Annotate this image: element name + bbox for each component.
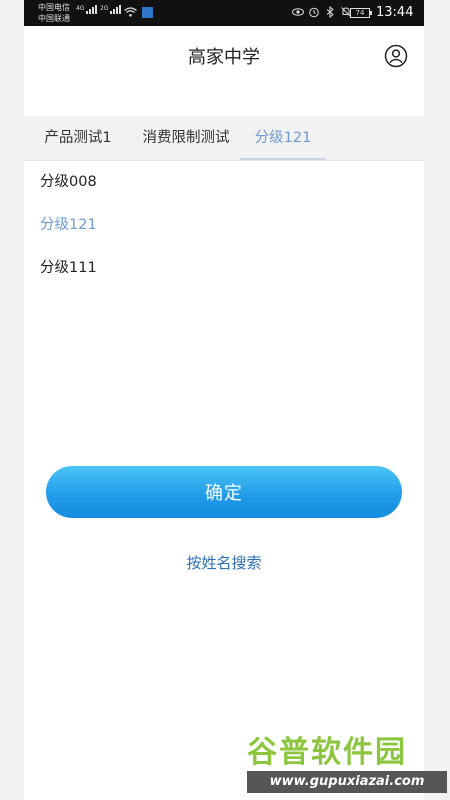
network-type-2: 2G (100, 5, 109, 12)
signal-4g-icon: 4G (76, 5, 98, 14)
list-item-level-008[interactable]: 分级008 (24, 161, 424, 204)
level-list: 分级008 分级121 分级111 (24, 161, 424, 290)
search-by-name-link[interactable]: 按姓名搜索 (24, 552, 424, 573)
watermark-title: 谷普软件园 (247, 735, 407, 770)
status-bar: 中国电信 中国联通 4G 2G 74 13:44 (24, 0, 424, 26)
confirm-button[interactable]: 确定 (46, 466, 402, 518)
carrier-labels: 中国电信 中国联通 (38, 2, 70, 24)
system-icons (292, 6, 352, 18)
user-circle-icon[interactable] (384, 44, 408, 68)
network-type-1: 4G (76, 5, 85, 12)
tab-product-test[interactable]: 产品测试1 (24, 116, 132, 160)
carrier-2: 中国联通 (38, 14, 70, 23)
notification-app-icon (142, 7, 153, 18)
bluetooth-icon (326, 6, 334, 18)
list-item-level-121[interactable]: 分级121 (24, 204, 424, 247)
wifi-icon (124, 7, 137, 17)
carrier-1: 中国电信 (38, 3, 70, 12)
watermark-url: www.gupuxiazai.com (247, 771, 447, 793)
eye-icon (292, 8, 304, 16)
status-time: 13:44 (376, 5, 414, 20)
signal-2g-icon: 2G (100, 5, 122, 14)
battery-level: 74 (355, 9, 365, 17)
alarm-icon (309, 7, 319, 18)
watermark-logo: 谷普软件园 www.gupuxiazai.com (247, 727, 447, 797)
app-screen: 中国电信 中国联通 4G 2G 74 13:44 高家中学 产品测试1 消费限制… (24, 0, 424, 800)
list-item-level-111[interactable]: 分级111 (24, 247, 424, 290)
app-header: 高家中学 (24, 26, 424, 86)
category-tabs: 产品测试1 消费限制测试 分级121 (24, 116, 424, 160)
tab-level-121[interactable]: 分级121 (240, 116, 326, 160)
tab-consumption-limit-test[interactable]: 消费限制测试 (132, 116, 240, 160)
page-title: 高家中学 (188, 47, 260, 68)
battery-icon: 74 (350, 8, 372, 18)
